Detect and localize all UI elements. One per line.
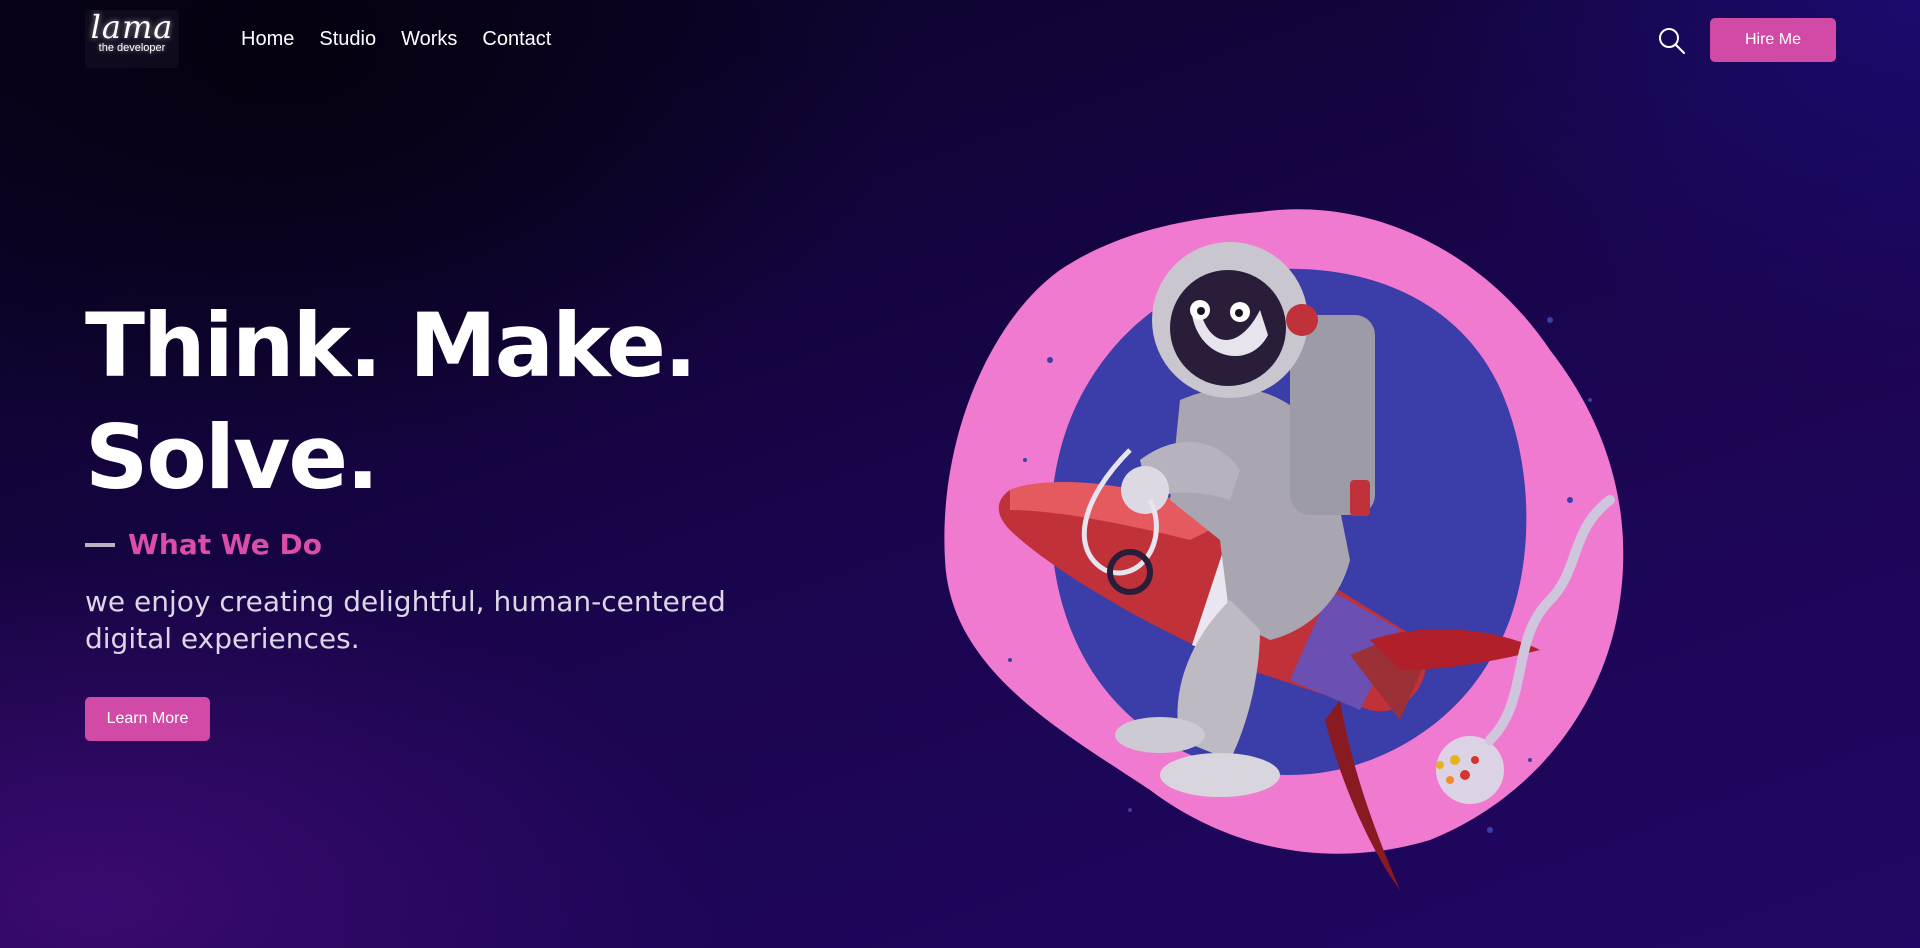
nav-link-works[interactable]: Works bbox=[401, 28, 457, 51]
tagline: What We Do bbox=[128, 528, 322, 561]
tagline-row: What We Do bbox=[85, 528, 885, 561]
logo-main-text: lama bbox=[90, 8, 174, 46]
headline-line-1: Think. Make. bbox=[85, 294, 697, 397]
nav-link-studio[interactable]: Studio bbox=[319, 28, 376, 51]
headline-line-2: Solve. bbox=[85, 406, 379, 509]
hero-headline: Think. Make. Solve. bbox=[85, 290, 885, 514]
hire-me-button[interactable]: Hire Me bbox=[1710, 18, 1836, 62]
logo[interactable]: lama the developer bbox=[85, 10, 179, 68]
nav-link-contact[interactable]: Contact bbox=[482, 28, 551, 51]
search-icon[interactable] bbox=[1657, 26, 1687, 56]
learn-more-button[interactable]: Learn More bbox=[85, 697, 210, 741]
logo-sub-text: the developer bbox=[98, 42, 166, 54]
tagline-dash bbox=[85, 542, 115, 547]
main-menu: Home Studio Works Contact bbox=[241, 28, 551, 51]
top-navigation: lama the developer Home Studio Works Con… bbox=[0, 0, 1920, 80]
nav-link-home[interactable]: Home bbox=[241, 28, 294, 51]
astronaut-rocket-illustration bbox=[930, 200, 1660, 900]
hero-section: Think. Make. Solve. What We Do we enjoy … bbox=[85, 290, 885, 657]
hero-description: we enjoy creating delightful, human-cent… bbox=[85, 585, 726, 655]
